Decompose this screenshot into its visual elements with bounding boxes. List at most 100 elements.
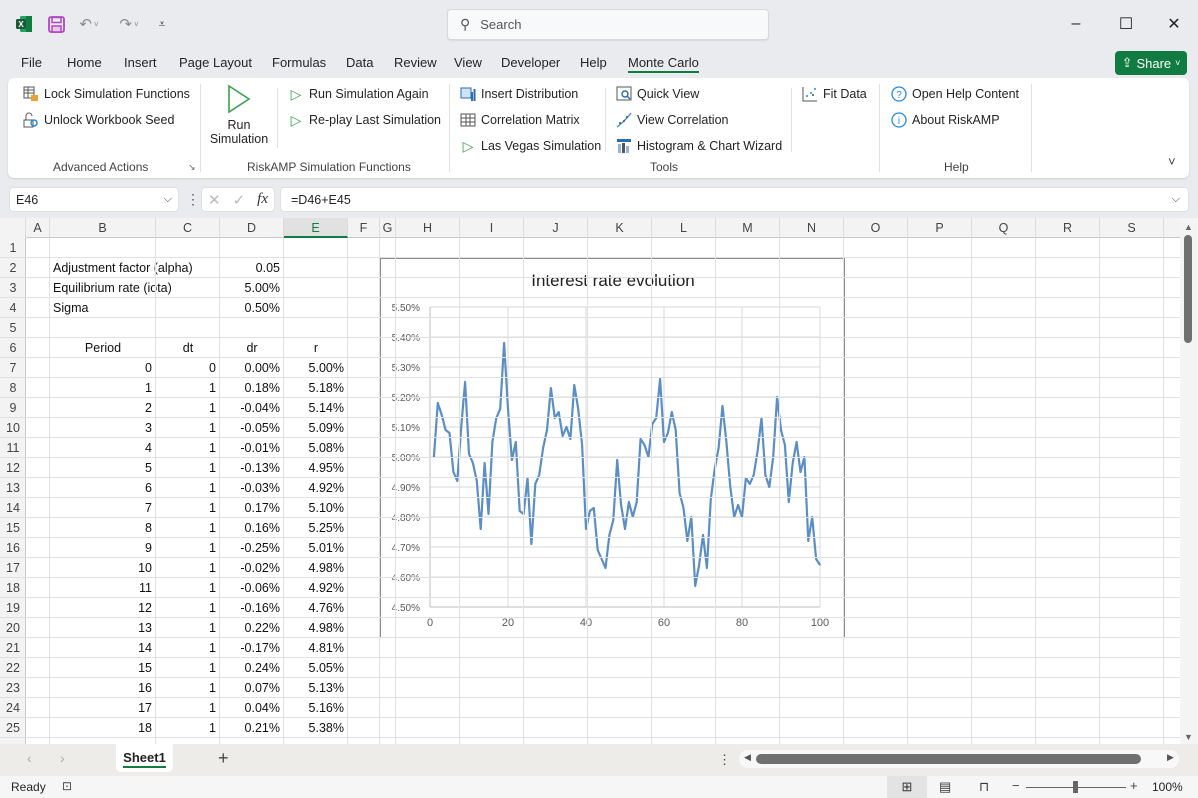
row-header-1[interactable]: 1 [0, 238, 26, 258]
row-header-9[interactable]: 9 [0, 398, 26, 418]
table-cell[interactable]: 5.13% [284, 678, 347, 698]
table-cell[interactable]: 0.00% [220, 358, 283, 378]
table-cell[interactable]: 5.05% [284, 658, 347, 678]
tab-developer[interactable]: Developer [501, 55, 560, 70]
table-cell[interactable]: 4.98% [284, 618, 347, 638]
table-cell[interactable]: 6 [50, 478, 155, 498]
column-header-f[interactable]: F [348, 218, 380, 238]
table-header-dt[interactable]: dt [156, 338, 220, 358]
tab-page-layout[interactable]: Page Layout [179, 55, 252, 70]
table-cell[interactable]: 5.09% [284, 418, 347, 438]
table-cell[interactable]: 4.76% [284, 598, 347, 618]
column-header-l[interactable]: L [652, 218, 716, 238]
param-value[interactable]: 5.00% [220, 278, 283, 298]
table-cell[interactable]: 5.08% [284, 438, 347, 458]
tab-insert[interactable]: Insert [124, 55, 157, 70]
row-header-17[interactable]: 17 [0, 558, 26, 578]
insert-distribution-button[interactable]: Insert Distribution [460, 86, 578, 102]
table-header-dr[interactable]: dr [220, 338, 284, 358]
row-header-15[interactable]: 15 [0, 518, 26, 538]
histogram-chart-wizard-button[interactable]: Histogram & Chart Wizard [616, 138, 782, 154]
row-header-18[interactable]: 18 [0, 578, 26, 598]
row-header-24[interactable]: 24 [0, 698, 26, 718]
column-header-d[interactable]: D [220, 218, 284, 238]
table-cell[interactable]: 4.81% [284, 638, 347, 658]
table-cell[interactable]: 1 [156, 378, 219, 398]
name-box[interactable]: E46 ⌵ [9, 187, 179, 212]
table-cell[interactable]: 2 [50, 398, 155, 418]
tab-data[interactable]: Data [346, 55, 373, 70]
more-options-icon[interactable]: ⋮ [186, 191, 200, 208]
table-cell[interactable]: 1 [156, 718, 219, 738]
table-cell[interactable]: 1 [156, 678, 219, 698]
table-cell[interactable]: 1 [156, 658, 219, 678]
row-header-5[interactable]: 5 [0, 318, 26, 338]
page-break-view-icon[interactable]: ⊓ [979, 779, 989, 795]
scroll-up-arrow-icon[interactable]: ▲ [1184, 222, 1193, 232]
row-header-12[interactable]: 12 [0, 458, 26, 478]
table-cell[interactable]: 16 [50, 678, 155, 698]
table-cell[interactable]: 1 [156, 418, 219, 438]
table-cell[interactable]: 5.14% [284, 398, 347, 418]
table-cell[interactable]: 1 [156, 578, 219, 598]
column-header-p[interactable]: P [908, 218, 972, 238]
search-box[interactable]: ⚲ Search [447, 9, 769, 40]
close-button[interactable]: ✕ [1151, 10, 1197, 38]
param-value[interactable]: 0.50% [220, 298, 283, 318]
tab-formulas[interactable]: Formulas [272, 55, 326, 70]
table-cell[interactable]: 0.17% [220, 498, 283, 518]
tab-home[interactable]: Home [67, 55, 102, 70]
table-cell[interactable]: 1 [156, 638, 219, 658]
about-riskamp-button[interactable]: i About RiskAMP [891, 112, 1000, 128]
column-header-q[interactable]: Q [972, 218, 1036, 238]
zoom-out-icon[interactable]: − [1012, 778, 1020, 793]
table-cell[interactable]: 5.16% [284, 698, 347, 718]
param-value[interactable]: 0.05 [220, 258, 283, 278]
column-header-i[interactable]: I [460, 218, 524, 238]
unlock-workbook-seed-button[interactable]: Unlock Workbook Seed [23, 112, 174, 128]
row-header-8[interactable]: 8 [0, 378, 26, 398]
table-cell[interactable]: 0.07% [220, 678, 283, 698]
table-cell[interactable]: 5.38% [284, 718, 347, 738]
column-header-c[interactable]: C [156, 218, 220, 238]
table-cell[interactable]: -0.05% [220, 418, 283, 438]
row-header-11[interactable]: 11 [0, 438, 26, 458]
table-cell[interactable]: -0.04% [220, 398, 283, 418]
table-cell[interactable]: -0.02% [220, 558, 283, 578]
scroll-left-arrow-icon[interactable]: ◀ [744, 752, 751, 763]
formula-input[interactable]: =D46+E45 ⌵ [280, 187, 1189, 212]
maximize-button[interactable]: ☐ [1103, 10, 1149, 38]
worksheet-grid[interactable]: ABCDEFGHIJKLMNOPQRS 1 2 3 4 5 6 7 8 9 10 11 12 13 14 1… [0, 218, 1180, 744]
open-help-content-button[interactable]: ? Open Help Content [891, 86, 1019, 102]
scroll-right-arrow-icon[interactable]: ▶ [1167, 752, 1174, 763]
column-header-g[interactable]: G [380, 218, 396, 238]
tab-split-handle-icon[interactable]: ⋮ [718, 752, 731, 768]
table-cell[interactable]: 0 [156, 358, 219, 378]
table-cell[interactable]: 0.21% [220, 718, 283, 738]
column-header-m[interactable]: M [716, 218, 780, 238]
table-cell[interactable]: 0.18% [220, 378, 283, 398]
collapse-ribbon-chevron-icon[interactable]: ˅ [1168, 154, 1176, 169]
table-cell[interactable]: 13 [50, 618, 155, 638]
table-cell[interactable]: -0.25% [220, 538, 283, 558]
run-simulation-again-button[interactable]: ▷ Run Simulation Again [288, 86, 429, 102]
replay-last-simulation-button[interactable]: ▷ Re-play Last Simulation [288, 112, 441, 128]
table-cell[interactable]: 1 [156, 478, 219, 498]
table-cell[interactable]: 1 [50, 378, 155, 398]
tab-view[interactable]: View [454, 55, 482, 70]
table-cell[interactable]: -0.16% [220, 598, 283, 618]
minimize-button[interactable]: – [1053, 10, 1099, 38]
horizontal-scrollbar[interactable]: ◀ ▶ [739, 750, 1179, 768]
row-header-16[interactable]: 16 [0, 538, 26, 558]
las-vegas-simulation-button[interactable]: ▷ Las Vegas Simulation [460, 138, 602, 154]
table-cell[interactable]: 4.92% [284, 478, 347, 498]
cancel-icon[interactable]: ✕ [208, 191, 221, 209]
table-cell[interactable]: 1 [156, 598, 219, 618]
table-cell[interactable]: 4.98% [284, 558, 347, 578]
dialog-launcher-icon[interactable]: ↘ [188, 162, 196, 173]
table-header-period[interactable]: Period [50, 338, 156, 358]
page-layout-view-icon[interactable]: ▤ [939, 779, 951, 795]
customize-qat-icon[interactable]: ⩡ [154, 14, 170, 34]
table-cell[interactable]: 4.92% [284, 578, 347, 598]
view-correlation-button[interactable]: View Correlation [616, 112, 728, 128]
